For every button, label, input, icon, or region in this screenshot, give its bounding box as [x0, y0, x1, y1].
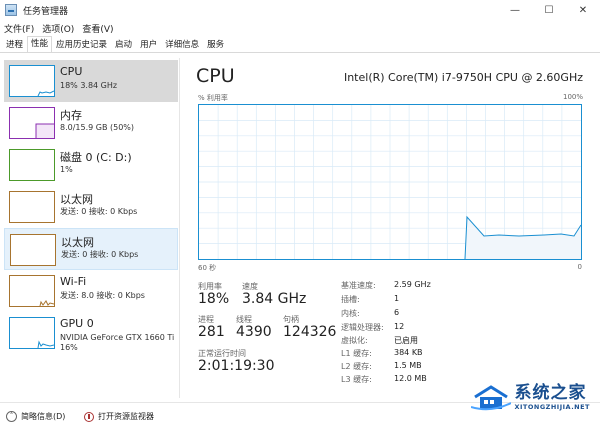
- panel-title: CPU: [196, 65, 235, 87]
- tab-app-history[interactable]: 应用历史记录: [52, 37, 111, 52]
- sidebar-item-title: CPU: [60, 65, 83, 78]
- ethernet-thumbnail-graph: [9, 191, 55, 223]
- cpu-usage-area: [465, 217, 581, 259]
- cpu-detail-panel: CPU Intel(R) Core(TM) i7-9750H CPU @ 2.6…: [186, 58, 600, 398]
- cpu-model-name: Intel(R) Core(TM) i7-9750H CPU @ 2.60GHz: [343, 71, 583, 84]
- spec-value-cores: 6: [394, 308, 400, 317]
- gpu-thumbnail-line: [37, 340, 54, 348]
- processes-value: 281: [198, 324, 225, 340]
- watermark-text: 系统之家 XITONGZHIJIA.NET: [514, 382, 590, 411]
- graph-time-left: 60 秒: [198, 264, 217, 272]
- speed-value: 3.84 GHz: [242, 291, 307, 307]
- fewer-details-label: 简略信息(D): [21, 412, 66, 421]
- sidebar-item-detail: 8.0/15.9 GB (50%): [60, 123, 135, 132]
- watermark-title: 系统之家: [514, 382, 587, 403]
- spec-value-logical-processors: 12: [394, 322, 405, 331]
- sidebar-item-wifi[interactable]: Wi-Fi 发送: 8.0 接收: 0 Kbps: [4, 270, 178, 312]
- sidebar-item-ethernet-2[interactable]: 以太网 发送: 0 接收: 0 Kbps: [4, 228, 178, 270]
- sidebar-item-title: GPU 0: [60, 317, 94, 330]
- title-bar: 任务管理器 — ☐ ✕: [0, 0, 600, 20]
- open-resource-monitor-label: 打开资源监视器: [98, 412, 154, 421]
- spec-value-base-speed: 2.59 GHz: [394, 280, 431, 289]
- site-watermark: 系统之家 XITONGZHIJIA.NET: [471, 383, 590, 411]
- cpu-graph-svg: [199, 105, 582, 260]
- menu-file[interactable]: 文件(F): [0, 22, 38, 35]
- graph-label-utilization: % 利用率: [198, 94, 228, 102]
- tab-users[interactable]: 用户: [136, 37, 161, 52]
- spec-key-virtualization: 虚拟化:: [341, 336, 368, 345]
- watermark-subtitle: XITONGZHIJIA.NET: [514, 402, 590, 411]
- sidebar-item-detail: 发送: 0 接收: 0 Kbps: [60, 207, 138, 216]
- sidebar-item-detail: 18% 3.84 GHz: [60, 81, 118, 90]
- memory-thumbnail-area: [35, 123, 54, 138]
- spec-value-sockets: 1: [394, 294, 400, 303]
- cpu-utilization-graph: [198, 104, 582, 260]
- wifi-thumbnail-graph: [9, 275, 55, 307]
- sidebar-item-title: 以太网: [61, 236, 94, 249]
- sidebar-item-title: 磁盘 0 (C: D:): [60, 151, 132, 164]
- tab-details[interactable]: 详细信息: [161, 37, 203, 52]
- spec-key-l1-cache: L1 缓存:: [341, 349, 372, 358]
- spec-key-base-speed: 基准速度:: [341, 281, 376, 290]
- graph-time-right: 0: [577, 263, 582, 271]
- sidebar-item-gpu[interactable]: GPU 0 NVIDIA GeForce GTX 1660 Ti 16%: [4, 312, 178, 354]
- chevron-up-icon: ˄: [6, 411, 17, 422]
- maximize-button[interactable]: ☐: [532, 0, 566, 20]
- tab-services[interactable]: 服务: [203, 37, 228, 52]
- uptime-value: 2:01:19:30: [198, 358, 275, 374]
- sidebar-item-cpu[interactable]: CPU 18% 3.84 GHz: [4, 60, 178, 102]
- sidebar-item-title: 内存: [60, 109, 82, 122]
- menu-options[interactable]: 选项(O): [38, 22, 78, 35]
- tab-processes[interactable]: 进程: [2, 37, 27, 52]
- performance-sidebar: CPU 18% 3.84 GHz 内存 8.0/15.9 GB (50%) 磁盘…: [0, 58, 180, 398]
- sidebar-item-detail: NVIDIA GeForce GTX 1660 Ti: [60, 333, 175, 342]
- handles-value: 124326: [283, 324, 337, 340]
- spec-value-l1-cache: 384 KB: [394, 348, 423, 357]
- gpu-thumbnail-graph: [9, 317, 55, 349]
- minimize-button[interactable]: —: [498, 0, 532, 20]
- window-controls: — ☐ ✕: [498, 0, 600, 20]
- menu-view[interactable]: 查看(V): [78, 22, 117, 35]
- open-resource-monitor-link[interactable]: 打开资源监视器: [84, 411, 154, 422]
- spec-key-cores: 内核:: [341, 309, 360, 318]
- spec-value-virtualization: 已启用: [394, 336, 418, 345]
- cpu-thumbnail-graph: [9, 65, 55, 97]
- spec-value-l3-cache: 12.0 MB: [394, 374, 427, 383]
- sidebar-item-title: Wi-Fi: [60, 275, 87, 288]
- window-title: 任务管理器: [23, 6, 69, 17]
- fewer-details-button[interactable]: ˄ 简略信息(D): [6, 411, 65, 422]
- memory-thumbnail-graph: [9, 107, 55, 139]
- sidebar-item-disk[interactable]: 磁盘 0 (C: D:) 1%: [4, 144, 178, 186]
- task-manager-icon: [5, 4, 17, 16]
- utilization-value: 18%: [198, 291, 230, 307]
- watermark-logo-icon: [471, 383, 512, 411]
- sidebar-item-detail: 发送: 0 接收: 0 Kbps: [61, 250, 139, 259]
- disk-thumbnail-graph: [9, 149, 55, 181]
- spec-key-logical-processors: 逻辑处理器:: [341, 323, 384, 332]
- sidebar-item-detail: 发送: 8.0 接收: 0 Kbps: [60, 291, 145, 300]
- spec-value-l2-cache: 1.5 MB: [394, 361, 422, 370]
- wifi-thumbnail-line: [39, 300, 54, 306]
- close-button[interactable]: ✕: [566, 0, 600, 20]
- spec-key-sockets: 插槽:: [341, 295, 360, 304]
- menu-bar: 文件(F) 选项(O) 查看(V): [0, 20, 600, 36]
- sidebar-item-detail: 1%: [60, 165, 73, 174]
- tab-startup[interactable]: 启动: [111, 37, 136, 52]
- spec-key-l2-cache: L2 缓存:: [341, 362, 372, 371]
- graph-label-max: 100%: [562, 93, 583, 101]
- tab-bar: 进程 性能 应用历史记录 启动 用户 详细信息 服务: [0, 36, 600, 53]
- resource-monitor-icon: [84, 411, 94, 422]
- sidebar-item-memory[interactable]: 内存 8.0/15.9 GB (50%): [4, 102, 178, 144]
- threads-value: 4390: [236, 324, 272, 340]
- ethernet-thumbnail-graph: [10, 234, 56, 266]
- cpu-thumbnail-line: [37, 90, 54, 96]
- sidebar-item-title: 以太网: [60, 193, 93, 206]
- spec-key-l3-cache: L3 缓存:: [341, 375, 372, 384]
- sidebar-item-detail-2: 16%: [60, 343, 78, 352]
- tab-performance[interactable]: 性能: [27, 36, 53, 52]
- sidebar-item-ethernet-1[interactable]: 以太网 发送: 0 接收: 0 Kbps: [4, 186, 178, 228]
